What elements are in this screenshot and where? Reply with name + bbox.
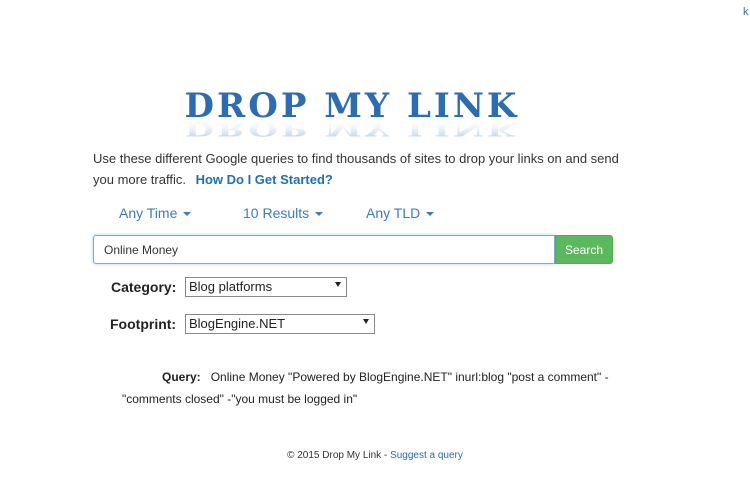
copyright-text: © 2015 Drop My Link - (287, 450, 391, 461)
logo-reflection: DROP MY LINK (185, 118, 520, 140)
search-bar: Search (93, 235, 613, 264)
footprint-select[interactable]: BlogEngine.NET (185, 314, 375, 334)
time-filter-dropdown[interactable]: Any Time (119, 205, 192, 221)
category-selected: Blog platforms (189, 279, 273, 294)
search-input[interactable] (93, 235, 555, 264)
select-arrow-icon (335, 282, 341, 287)
suggest-query-link[interactable]: Suggest a query (390, 450, 463, 461)
tld-filter-label: Any TLD (366, 205, 421, 221)
caret-down-icon (315, 212, 324, 217)
site-logo: DROP MY LINK DROP MY LINK (155, 86, 550, 142)
category-label: Category: (111, 279, 177, 295)
intro-text: Use these different Google queries to fi… (93, 151, 619, 187)
query-label: Query: (162, 370, 201, 384)
page-footer: © 2015 Drop My Link - Suggest a query (0, 450, 750, 461)
intro-paragraph: Use these different Google queries to fi… (93, 148, 623, 190)
results-filter-dropdown[interactable]: 10 Results (243, 205, 324, 221)
caret-down-icon (426, 212, 435, 217)
results-filter-label: 10 Results (243, 205, 310, 221)
caret-down-icon (183, 212, 192, 217)
search-button[interactable]: Search (555, 235, 613, 264)
tld-filter-dropdown[interactable]: Any TLD (366, 205, 435, 221)
footprint-selected: BlogEngine.NET (189, 316, 286, 331)
query-output: Query: Online Money "Powered by BlogEngin… (122, 366, 622, 410)
category-select[interactable]: Blog platforms (185, 277, 347, 297)
time-filter-label: Any Time (119, 205, 178, 221)
select-arrow-icon (363, 319, 369, 324)
corner-text: k (743, 6, 749, 18)
footprint-label: Footprint: (110, 316, 177, 332)
get-started-link[interactable]: How Do I Get Started? (196, 172, 333, 187)
